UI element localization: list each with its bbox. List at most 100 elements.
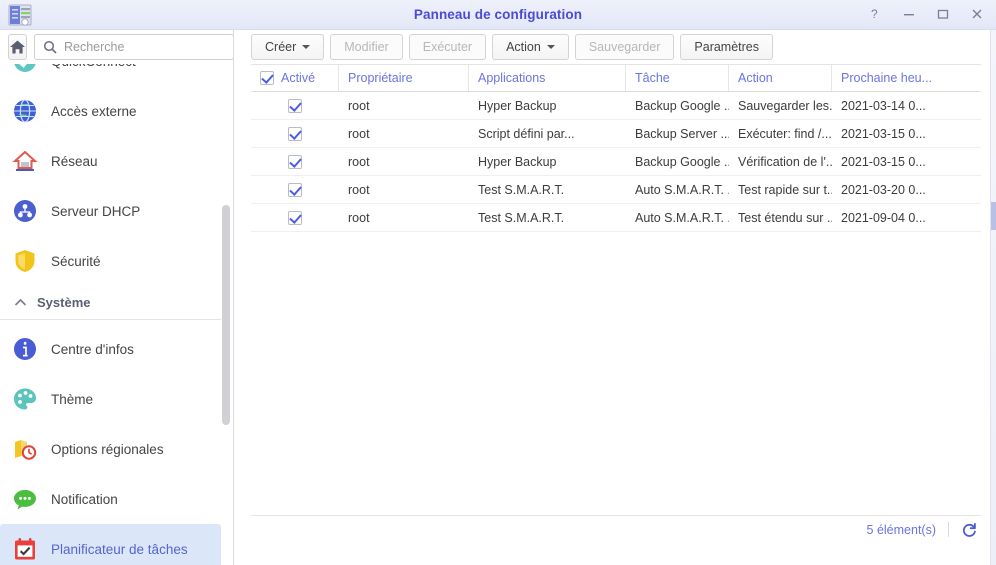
chevron-up-icon bbox=[14, 294, 27, 312]
table-row[interactable]: root Test S.M.A.R.T. Auto S.M.A.R.T. ...… bbox=[251, 176, 981, 204]
table-footer: 5 élément(s) bbox=[251, 515, 981, 543]
network-house-icon bbox=[12, 148, 38, 174]
table-row[interactable]: root Test S.M.A.R.T. Auto S.M.A.R.T. ...… bbox=[251, 204, 981, 232]
maximize-button[interactable] bbox=[936, 7, 952, 23]
palette-icon bbox=[12, 386, 38, 412]
footer-divider bbox=[948, 522, 949, 537]
refresh-icon[interactable] bbox=[961, 522, 977, 538]
column-header-owner[interactable]: Propriétaire bbox=[339, 65, 469, 91]
column-header-task[interactable]: Tâche bbox=[626, 65, 729, 91]
edge-marker bbox=[991, 202, 996, 230]
cell-task: Backup Google ... bbox=[635, 154, 729, 169]
sidebar-item-options-regionales[interactable]: Options régionales bbox=[0, 424, 221, 474]
row-enabled-checkbox[interactable] bbox=[288, 182, 302, 197]
cell-task: Backup Google ... bbox=[635, 98, 729, 113]
cell-enabled bbox=[251, 176, 339, 203]
select-all-checkbox[interactable] bbox=[260, 71, 274, 85]
cell-next-time: 2021-03-15 0... bbox=[841, 154, 926, 169]
search-box[interactable] bbox=[34, 34, 233, 60]
column-header-action[interactable]: Action bbox=[729, 65, 832, 91]
row-enabled-checkbox[interactable] bbox=[288, 126, 302, 141]
sidebar-item-notification[interactable]: Notification bbox=[0, 474, 221, 524]
cell-enabled bbox=[251, 120, 339, 147]
sidebar-item-acces-externe[interactable]: Accès externe bbox=[0, 86, 221, 136]
table-header-row: Activé Propriétaire Applications Tâche A… bbox=[251, 65, 981, 92]
modifier-button-label: Modifier bbox=[344, 40, 389, 54]
cell-owner: root bbox=[348, 182, 370, 197]
sidebar-item-label: Réseau bbox=[51, 153, 98, 169]
control-panel-window: Panneau de configuration ? Recherche Acc… bbox=[0, 0, 996, 565]
row-enabled-checkbox[interactable] bbox=[288, 98, 302, 113]
sidebar-section-label: Système bbox=[37, 295, 91, 310]
title-bar[interactable]: Panneau de configuration ? bbox=[0, 0, 996, 30]
row-enabled-checkbox[interactable] bbox=[288, 154, 302, 169]
column-header-label: Propriétaire bbox=[348, 71, 413, 85]
table-body: root Hyper Backup Backup Google ... Sauv… bbox=[251, 92, 981, 232]
sidebar-item-quickconnect[interactable]: QuickConnect bbox=[0, 64, 221, 86]
sauvegarder-button-label: Sauvegarder bbox=[588, 40, 661, 54]
column-header-applications[interactable]: Applications bbox=[469, 65, 626, 91]
cell-task: Auto S.M.A.R.T. ... bbox=[635, 182, 729, 197]
creer-button-label: Créer bbox=[265, 40, 297, 54]
row-enabled-checkbox[interactable] bbox=[288, 210, 302, 225]
cell-application: Script défini par... bbox=[478, 126, 575, 141]
sidebar-item-label: QuickConnect bbox=[51, 64, 136, 69]
search-icon bbox=[43, 40, 57, 54]
chevron-down-icon bbox=[302, 45, 311, 49]
info-icon bbox=[12, 336, 38, 362]
task-scheduler-calendar-icon bbox=[12, 536, 38, 562]
action-button[interactable]: Action bbox=[492, 34, 569, 60]
sidebar-item-centre-dinfos[interactable]: Centre d'infos bbox=[0, 324, 221, 374]
sidebar-item-label: Serveur DHCP bbox=[51, 203, 141, 219]
task-table: Activé Propriétaire Applications Tâche A… bbox=[251, 64, 981, 531]
sidebar-item-reseau[interactable]: Réseau bbox=[0, 136, 221, 186]
column-header-next-time[interactable]: Prochaine heu... bbox=[832, 65, 981, 91]
executer-button[interactable]: Exécuter bbox=[408, 34, 487, 60]
item-count-label: 5 élément(s) bbox=[866, 522, 936, 537]
cell-enabled bbox=[251, 148, 339, 175]
home-button[interactable] bbox=[8, 34, 27, 60]
shield-icon bbox=[12, 248, 38, 274]
cell-action: Vérification de l'... bbox=[738, 154, 832, 169]
cell-enabled bbox=[251, 204, 339, 231]
modifier-button[interactable]: Modifier bbox=[330, 34, 403, 60]
svg-text:?: ? bbox=[871, 7, 878, 21]
sidebar-item-theme[interactable]: Thème bbox=[0, 374, 221, 424]
table-row[interactable]: root Script défini par... Backup Server … bbox=[251, 120, 981, 148]
creer-button[interactable]: Créer bbox=[251, 34, 325, 60]
cell-application: Test S.M.A.R.T. bbox=[478, 210, 565, 225]
globe-icon bbox=[12, 98, 38, 124]
sidebar-toolbar bbox=[0, 30, 233, 64]
cell-owner: root bbox=[348, 210, 370, 225]
sidebar-item-planificateur-de-taches[interactable]: Planificateur de tâches bbox=[0, 524, 221, 565]
column-header-active[interactable]: Activé bbox=[251, 65, 339, 91]
sauvegarder-button[interactable]: Sauvegarder bbox=[574, 34, 675, 60]
table-row[interactable]: root Hyper Backup Backup Google ... Véri… bbox=[251, 148, 981, 176]
parametres-button-label: Paramètres bbox=[694, 40, 760, 54]
table-row[interactable]: root Hyper Backup Backup Google ... Sauv… bbox=[251, 92, 981, 120]
sidebar-item-label: Options régionales bbox=[51, 441, 164, 457]
minimize-button[interactable] bbox=[902, 7, 918, 23]
sidebar-item-serveur-dhcp[interactable]: Serveur DHCP bbox=[0, 186, 221, 236]
cell-application: Hyper Backup bbox=[478, 98, 557, 113]
sidebar-scrollbar-thumb[interactable] bbox=[222, 205, 230, 425]
cell-owner: root bbox=[348, 154, 370, 169]
cell-enabled bbox=[251, 92, 339, 119]
search-input[interactable] bbox=[64, 40, 225, 54]
help-button[interactable]: ? bbox=[868, 7, 884, 23]
sidebar-item-securite[interactable]: Sécurité bbox=[0, 236, 221, 286]
dhcp-icon bbox=[12, 198, 38, 224]
cell-next-time: 2021-03-14 0... bbox=[841, 98, 926, 113]
sidebar-item-label: Thème bbox=[51, 391, 94, 407]
cell-application: Test S.M.A.R.T. bbox=[478, 182, 565, 197]
cell-action: Exécuter: find /... bbox=[738, 126, 832, 141]
sidebar-section-systeme[interactable]: Système bbox=[0, 286, 221, 320]
sidebar-scroll-area: QuickConnect Accès externe bbox=[0, 64, 233, 565]
cell-owner: root bbox=[348, 126, 370, 141]
cell-action: Sauvegarder les... bbox=[738, 98, 832, 113]
parametres-button[interactable]: Paramètres bbox=[680, 34, 774, 60]
close-button[interactable] bbox=[970, 7, 986, 23]
content-toolbar: Créer Modifier Exécuter Action Sauvegard… bbox=[235, 30, 990, 64]
sidebar-item-label: Centre d'infos bbox=[51, 341, 134, 357]
cell-application: Hyper Backup bbox=[478, 154, 557, 169]
